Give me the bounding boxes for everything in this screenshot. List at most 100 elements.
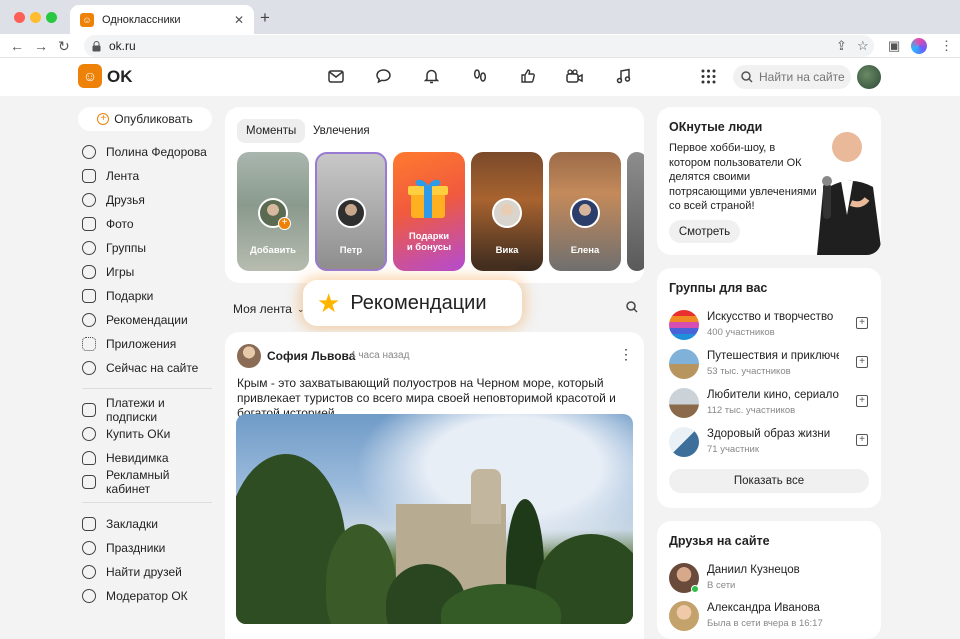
video-icon[interactable] xyxy=(566,67,584,85)
group-item[interactable]: Искусство и творчество 400 участников + xyxy=(669,308,874,342)
story-partial[interactable] xyxy=(627,152,644,271)
join-group-icon[interactable]: + xyxy=(856,434,868,446)
brand-name[interactable]: OK xyxy=(107,67,133,87)
sidebar-item-label: Сейчас на сайте xyxy=(106,361,199,375)
sidebar-item-payments[interactable]: Платежи и подписки xyxy=(78,396,214,424)
group-members: 400 участников xyxy=(707,327,775,338)
sidebar-item-profile[interactable]: Полина Федорова xyxy=(78,140,214,164)
join-group-icon[interactable]: + xyxy=(856,395,868,407)
plus-icon: + xyxy=(97,113,110,125)
tab-moments[interactable]: Моменты xyxy=(237,119,306,143)
join-group-icon[interactable]: + xyxy=(856,317,868,329)
minimize-window-button[interactable] xyxy=(30,12,41,23)
join-group-icon[interactable]: + xyxy=(856,356,868,368)
watch-button[interactable]: Смотреть xyxy=(669,220,740,243)
group-members: 112 тыс. участников xyxy=(707,405,796,416)
apps-grid-icon[interactable] xyxy=(699,67,717,85)
search-input[interactable] xyxy=(759,70,849,84)
group-item[interactable]: Любители кино, сериалов 112 тыс. участни… xyxy=(669,386,874,420)
sidebar-item-label: Полина Федорова xyxy=(106,145,207,159)
sparkle-star-icon: ★ xyxy=(317,287,341,318)
tab-close-icon[interactable]: ✕ xyxy=(234,13,244,27)
avatar xyxy=(570,198,600,228)
sidebar-item-label: Невидимка xyxy=(106,451,169,465)
page-body: + Опубликовать Полина Федорова Лента Дру… xyxy=(0,96,960,639)
tab-hobbies[interactable]: Увлечения xyxy=(304,119,379,143)
browser-tab[interactable]: ☺ Одноклассники ✕ xyxy=(70,5,254,34)
sidebar-item-holidays[interactable]: Праздники xyxy=(78,536,214,560)
friend-item[interactable]: Александра Иванова Была в сети вчера в 1… xyxy=(669,599,874,633)
post-photo[interactable] xyxy=(236,414,633,624)
chat-icon[interactable] xyxy=(374,67,392,85)
sidebar-item-apps[interactable]: Приложения xyxy=(78,332,214,356)
find-friends-icon xyxy=(82,565,96,579)
back-icon[interactable]: ← xyxy=(10,38,24,54)
sidebar-item-feed[interactable]: Лента xyxy=(78,164,214,188)
story-add[interactable]: + Добавить xyxy=(237,152,309,271)
sidebar-item-friends[interactable]: Друзья xyxy=(78,188,214,212)
story-elena[interactable]: Елена xyxy=(549,152,621,271)
feed-search-icon[interactable] xyxy=(626,301,638,316)
new-tab-button[interactable]: + xyxy=(260,8,270,28)
site-search[interactable] xyxy=(733,65,851,89)
post-author-name[interactable]: София Львова xyxy=(267,349,355,363)
story-label: Добавить xyxy=(249,245,296,256)
groups-card: Группы для вас Искусство и творчество 40… xyxy=(657,268,881,508)
story-gifts-bonuses[interactable]: Подарки и бонусы xyxy=(393,152,465,271)
online-icon xyxy=(82,361,96,375)
post-author-avatar[interactable] xyxy=(237,344,261,368)
story-petr[interactable]: Петр xyxy=(315,152,387,271)
show-all-groups-button[interactable]: Показать все xyxy=(669,469,869,493)
friend-item[interactable]: Даниил Кузнецов В сети xyxy=(669,561,874,595)
forward-icon[interactable]: → xyxy=(34,38,48,54)
sidebar-item-label: Найти друзей xyxy=(106,565,182,579)
story-vika[interactable]: Вика xyxy=(471,152,543,271)
menu-dots-icon[interactable]: ⋮ xyxy=(940,38,953,54)
home-icon xyxy=(82,169,96,183)
guests-icon[interactable] xyxy=(471,67,489,85)
sidebar-item-gifts[interactable]: Подарки xyxy=(78,284,214,308)
post-more-icon[interactable]: ⋮ xyxy=(619,346,633,363)
recommendations-badge[interactable]: ★ Рекомендации xyxy=(303,280,522,326)
groups-title: Группы для вас xyxy=(669,281,768,295)
user-avatar[interactable] xyxy=(857,65,881,89)
sidebar-item-label: Купить ОКи xyxy=(106,427,171,441)
group-item[interactable]: Здоровый образ жизни 71 участник + xyxy=(669,425,874,459)
sidebar-item-find-friends[interactable]: Найти друзей xyxy=(78,560,214,584)
sidebar-item-label: Рекомендации xyxy=(106,313,188,327)
sidebar-item-games[interactable]: Игры xyxy=(78,260,214,284)
sidebar-item-groups[interactable]: Группы xyxy=(78,236,214,260)
apps-icon xyxy=(82,337,96,351)
sidebar-item-moderator[interactable]: Модератор ОК xyxy=(78,584,214,608)
group-item[interactable]: Путешествия и приключения 53 тыс. участн… xyxy=(669,347,874,381)
avatar xyxy=(492,198,522,228)
sidebar-item-label: Друзья xyxy=(106,193,145,207)
mail-icon[interactable] xyxy=(327,67,345,85)
sidebar-item-photo[interactable]: Фото xyxy=(78,212,214,236)
music-icon[interactable] xyxy=(614,67,632,85)
likes-icon[interactable] xyxy=(519,67,537,85)
friends-icon xyxy=(82,193,96,207)
reload-icon[interactable]: ↻ xyxy=(58,38,70,55)
sidebar-item-online[interactable]: Сейчас на сайте xyxy=(78,356,214,380)
url-field[interactable]: ok.ru xyxy=(84,35,874,57)
sidebar-item-label: Приложения xyxy=(106,337,177,351)
share-icon[interactable]: ⇪ xyxy=(836,38,847,54)
maximize-window-button[interactable] xyxy=(46,12,57,23)
feed-selector[interactable]: Моя лента ⌄ xyxy=(233,302,305,316)
publish-button[interactable]: + Опубликовать xyxy=(78,107,212,131)
sidebar-item-buy-oki[interactable]: Купить ОКи xyxy=(78,422,214,446)
group-name: Путешествия и приключения xyxy=(707,350,839,362)
sidebar-item-invisible[interactable]: Невидимка xyxy=(78,446,214,470)
bell-icon[interactable] xyxy=(422,67,440,85)
sidebar-item-bookmarks[interactable]: Закладки xyxy=(78,512,214,536)
bookmark-star-icon[interactable]: ☆ xyxy=(857,38,869,54)
ok-logo-icon[interactable]: ☺ xyxy=(78,64,102,88)
sidebar-toggle-icon[interactable]: ▣ xyxy=(888,38,900,54)
sidebar-item-ads[interactable]: Рекламный кабинет xyxy=(78,468,214,496)
profile-icon[interactable] xyxy=(911,38,927,54)
close-window-button[interactable] xyxy=(14,12,25,23)
url-text: ok.ru xyxy=(109,39,136,53)
sidebar-item-recommendations[interactable]: Рекомендации xyxy=(78,308,214,332)
feed-selector-label: Моя лента xyxy=(233,302,292,316)
